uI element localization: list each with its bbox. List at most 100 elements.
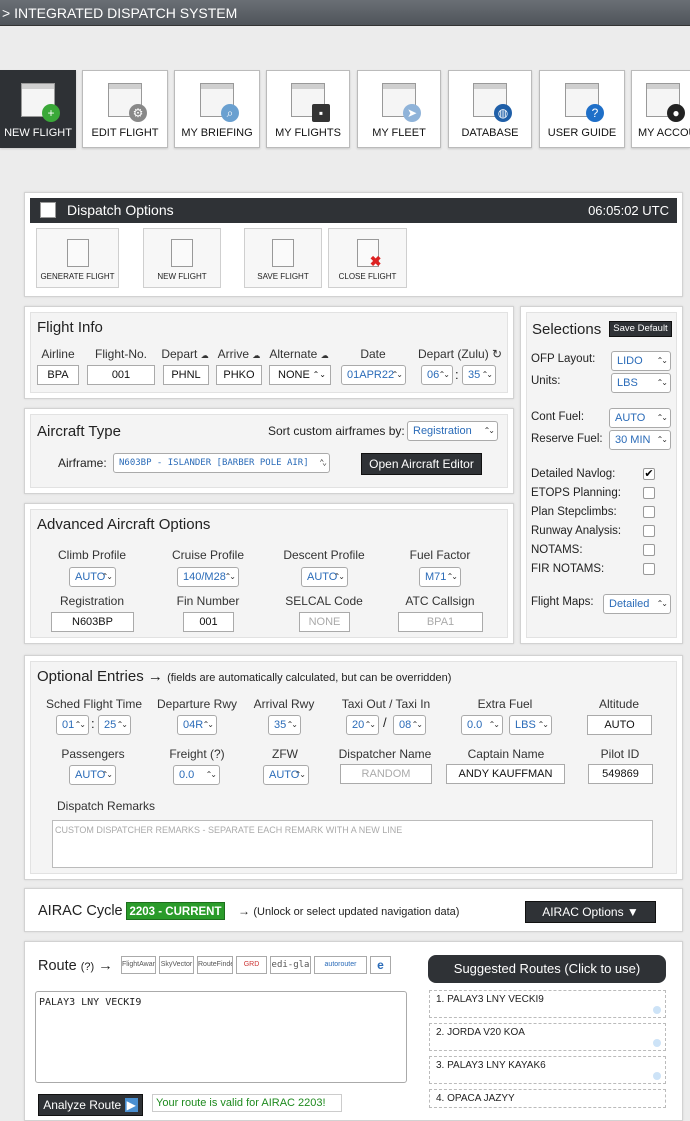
sort-airframes-select[interactable]: Registration: [407, 421, 498, 441]
climb-profile-select[interactable]: AUTO: [69, 567, 116, 587]
date-select[interactable]: 01APR22: [341, 365, 406, 385]
nav-new-flight[interactable]: + NEW FLIGHT: [0, 70, 76, 148]
airline-label: Airline: [41, 347, 75, 361]
open-aircraft-editor-button[interactable]: Open Aircraft Editor: [361, 453, 482, 475]
depart-input[interactable]: PHNL: [163, 365, 209, 385]
arrive-label: Arrive ☁: [217, 347, 261, 361]
reserve-fuel-select[interactable]: 30 MIN: [609, 430, 671, 450]
captain-name-input[interactable]: ANDY KAUFFMAN: [446, 764, 565, 784]
taxi-label: Taxi Out / Taxi In: [341, 697, 431, 711]
nav-user-guide[interactable]: ? USER GUIDE: [539, 70, 625, 148]
grd-logo[interactable]: GRD: [236, 956, 267, 974]
extra-fuel-unit-select[interactable]: LBS: [509, 715, 552, 735]
new-flight-button[interactable]: NEW FLIGHT: [143, 228, 221, 288]
pilot-id-input[interactable]: 549869: [588, 764, 653, 784]
utc-clock: 06:05:02 UTC: [588, 203, 669, 218]
skyvector-logo[interactable]: SkyVector: [159, 956, 194, 974]
optional-title: Optional Entries → (fields are automatic…: [37, 668, 452, 685]
generate-flight-button[interactable]: GENERATE FLIGHT: [36, 228, 119, 288]
airac-options-button[interactable]: AIRAC Options ▼: [525, 901, 656, 923]
ofp-layout-label: OFP Layout:: [531, 353, 596, 365]
extra-fuel-select[interactable]: 0.0: [461, 715, 503, 735]
registration-input[interactable]: N603BP: [51, 612, 134, 632]
app-title-bar: > INTEGRATED DISPATCH SYSTEM: [0, 0, 690, 26]
airframe-select[interactable]: N603BP - ISLANDER [BARBER POLE AIR]: [113, 453, 330, 473]
descent-profile-select[interactable]: AUTO: [301, 567, 348, 587]
taxi-in-select[interactable]: 08: [393, 715, 426, 735]
dep-rwy-label: Departure Rwy: [156, 697, 238, 711]
selcal-input[interactable]: NONE: [299, 612, 350, 632]
date-label: Date: [360, 347, 386, 361]
cruise-profile-select[interactable]: 140/M28: [177, 567, 239, 587]
airframe-label: Airframe:: [58, 456, 107, 470]
nav-my-account[interactable]: ● MY ACCOUNT: [631, 70, 690, 148]
stepclimbs-checkbox[interactable]: [643, 506, 655, 518]
freight-select[interactable]: 0.0: [173, 765, 220, 785]
climb-label: Climb Profile: [57, 548, 126, 562]
fin-number-input[interactable]: 001: [183, 612, 234, 632]
cruise-label: Cruise Profile: [171, 548, 245, 562]
routefinder-logo[interactable]: RouteFinder: [197, 956, 233, 974]
nav-my-fleet[interactable]: ➤ MY FLEET: [357, 70, 441, 148]
nav-label: USER GUIDE: [547, 127, 617, 139]
nav-my-briefing[interactable]: ⌕ MY BRIEFING: [174, 70, 260, 148]
close-flight-button[interactable]: ✖ CLOSE FLIGHT: [328, 228, 407, 288]
etops-checkbox[interactable]: [643, 487, 655, 499]
ofp-layout-select[interactable]: LIDO: [611, 351, 671, 371]
arrive-input[interactable]: PHKO: [216, 365, 262, 385]
alternate-select[interactable]: NONE ⌃⌄: [269, 365, 331, 385]
close-icon: ✖: [356, 239, 382, 269]
dispatcher-name-input[interactable]: RANDOM: [340, 764, 432, 784]
paper-plane-icon: ➤: [382, 83, 421, 122]
airac-title: AIRAC Cycle: [38, 903, 123, 919]
zfw-select[interactable]: AUTO: [263, 765, 309, 785]
nav-label: EDIT FLIGHT: [91, 127, 159, 139]
runway-analysis-label: Runway Analysis:: [531, 525, 622, 537]
autorouter-logo[interactable]: autorouter: [314, 956, 367, 974]
suggested-route-item[interactable]: 3. PALAY3 LNY KAYAK6: [429, 1056, 666, 1084]
depart-hour-select[interactable]: 06: [421, 365, 453, 385]
globe-icon: ◍: [473, 83, 512, 122]
runway-analysis-checkbox[interactable]: [643, 525, 655, 537]
dep-rwy-select[interactable]: 04R: [177, 715, 217, 735]
passengers-select[interactable]: AUTO: [69, 765, 116, 785]
descent-label: Descent Profile: [283, 548, 365, 562]
suggested-route-item[interactable]: 1. PALAY3 LNY VECKI9: [429, 990, 666, 1018]
time-separator: :: [455, 367, 459, 382]
save-flight-button[interactable]: SAVE FLIGHT: [244, 228, 322, 288]
taxi-out-select[interactable]: 20: [346, 715, 379, 735]
analyze-route-button[interactable]: Analyze Route ▶: [38, 1094, 143, 1116]
weather-icon: ☁: [252, 351, 261, 360]
flightaware-logo[interactable]: FlightAware: [121, 956, 156, 974]
edi-gla-logo[interactable]: edi-gla: [270, 956, 311, 974]
nav-my-flights[interactable]: ▪ MY FLIGHTS: [266, 70, 350, 148]
remarks-textarea[interactable]: CUSTOM DISPATCHER REMARKS - SEPARATE EAC…: [52, 820, 653, 868]
flight-maps-select[interactable]: Detailed: [603, 594, 671, 614]
select-route-icon: [653, 1072, 661, 1080]
airline-input[interactable]: BPA: [37, 365, 79, 385]
alternate-label: Alternate ☁: [269, 347, 329, 361]
route-textarea[interactable]: PALAY3 LNY VECKI9: [35, 991, 407, 1083]
suggested-route-item[interactable]: 4. OPACA JAZYY: [429, 1089, 666, 1108]
suggested-routes-header: Suggested Routes (Click to use): [428, 955, 666, 983]
sched-minute-select[interactable]: 25: [98, 715, 131, 735]
flight-no-input[interactable]: 001: [87, 365, 155, 385]
save-default-button[interactable]: Save Default: [609, 321, 672, 337]
briefing-icon: ⌕: [200, 83, 239, 122]
sched-hour-select[interactable]: 01: [56, 715, 89, 735]
detailed-navlog-checkbox[interactable]: ✔: [643, 468, 655, 480]
nav-edit-flight[interactable]: ⚙ EDIT FLIGHT: [82, 70, 168, 148]
advanced-title: Advanced Aircraft Options: [37, 516, 211, 533]
suggested-route-item[interactable]: 2. JORDA V20 KOA: [429, 1023, 666, 1051]
fir-notams-checkbox[interactable]: [643, 563, 655, 575]
nav-database[interactable]: ◍ DATABASE: [448, 70, 532, 148]
units-select[interactable]: LBS: [611, 373, 671, 393]
route-service-logo[interactable]: e: [370, 956, 391, 974]
depart-minute-select[interactable]: 35: [462, 365, 496, 385]
atc-callsign-input[interactable]: BPA1: [398, 612, 483, 632]
altitude-input[interactable]: AUTO: [587, 715, 652, 735]
arr-rwy-select[interactable]: 35: [268, 715, 301, 735]
fuel-factor-select[interactable]: M71: [419, 567, 461, 587]
cont-fuel-select[interactable]: AUTO: [609, 408, 671, 428]
notams-checkbox[interactable]: [643, 544, 655, 556]
